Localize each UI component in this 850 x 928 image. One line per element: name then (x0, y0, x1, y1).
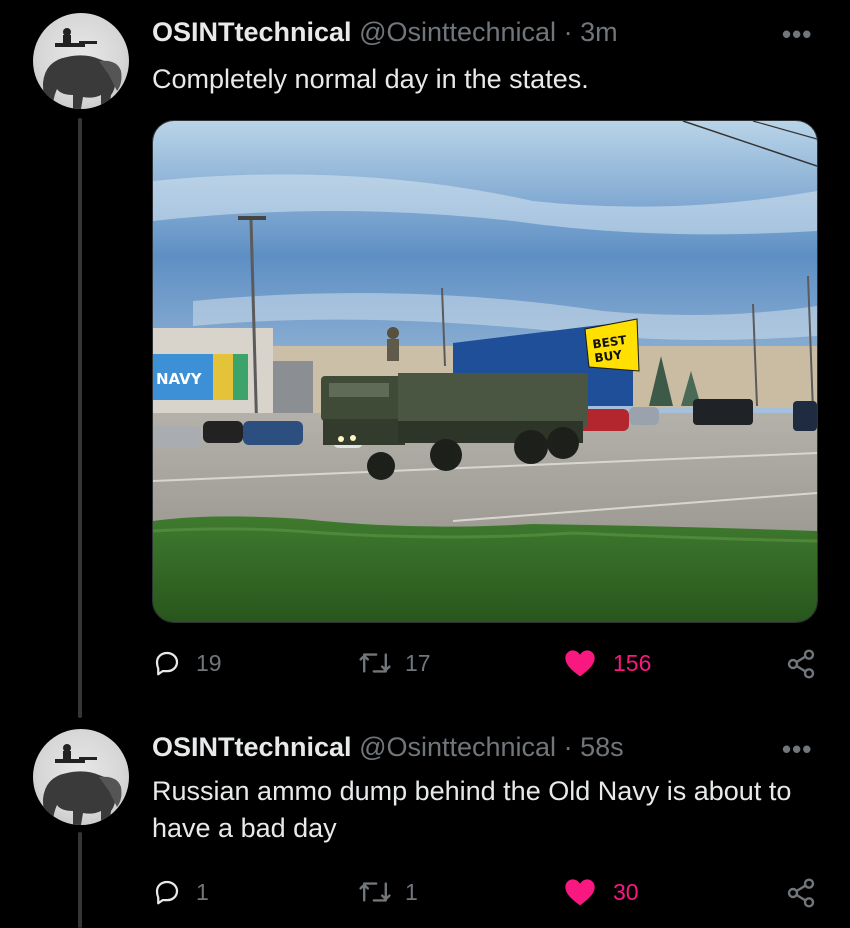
display-name[interactable]: OSINTtechnical (152, 17, 352, 47)
share-button[interactable] (785, 648, 817, 680)
share-icon (787, 649, 815, 679)
share-icon (787, 878, 815, 908)
retweet-count: 17 (405, 649, 431, 676)
reply-icon (155, 651, 179, 676)
reply-icon (155, 880, 179, 905)
parking-lot-truck-photo: NAVY BEST BUY (153, 121, 817, 622)
like-button[interactable]: 30 (564, 877, 639, 907)
reply-count: 19 (196, 649, 222, 676)
retweet-icon (359, 882, 391, 902)
retweet-button[interactable]: 17 (357, 648, 431, 678)
thread-connector-line (78, 118, 82, 718)
separator-dot: · (556, 17, 581, 47)
heart-icon (565, 879, 595, 906)
timestamp[interactable]: 3m (580, 17, 618, 47)
thread-connector-line-bottom (78, 832, 82, 928)
tweet-media-image[interactable]: NAVY BEST BUY (152, 120, 818, 623)
elephant-avatar-image (43, 28, 122, 109)
more-icon[interactable]: ••• (782, 734, 812, 765)
tweet-header: OSINTtechnical @Osinttechnical · 58s (152, 732, 624, 763)
share-button[interactable] (785, 877, 817, 909)
retweet-count: 1 (405, 878, 418, 905)
avatar[interactable] (33, 729, 129, 825)
retweet-icon (359, 653, 391, 673)
user-handle[interactable]: @Osinttechnical (359, 17, 556, 47)
tweet-header: OSINTtechnical @Osinttechnical · 3m (152, 17, 618, 48)
like-count: 156 (613, 649, 652, 676)
more-icon[interactable]: ••• (782, 19, 812, 50)
avatar[interactable] (33, 13, 129, 109)
user-handle[interactable]: @Osinttechnical (359, 732, 556, 762)
reply-button[interactable]: 1 (152, 877, 209, 907)
reply-count: 1 (196, 878, 209, 905)
elephant-avatar-image (43, 744, 122, 825)
timestamp[interactable]: 58s (580, 732, 624, 762)
tweet-text: Completely normal day in the states. (152, 64, 589, 94)
reply-button[interactable]: 19 (152, 648, 222, 678)
retweet-button[interactable]: 1 (357, 877, 418, 907)
like-count: 30 (613, 878, 639, 905)
like-button[interactable]: 156 (564, 648, 651, 678)
heart-icon (565, 650, 595, 677)
display-name[interactable]: OSINTtechnical (152, 732, 352, 762)
separator-dot: · (556, 732, 581, 762)
navy-sign-text: NAVY (156, 370, 203, 388)
tweet-text: Russian ammo dump behind the Old Navy is… (152, 776, 792, 843)
